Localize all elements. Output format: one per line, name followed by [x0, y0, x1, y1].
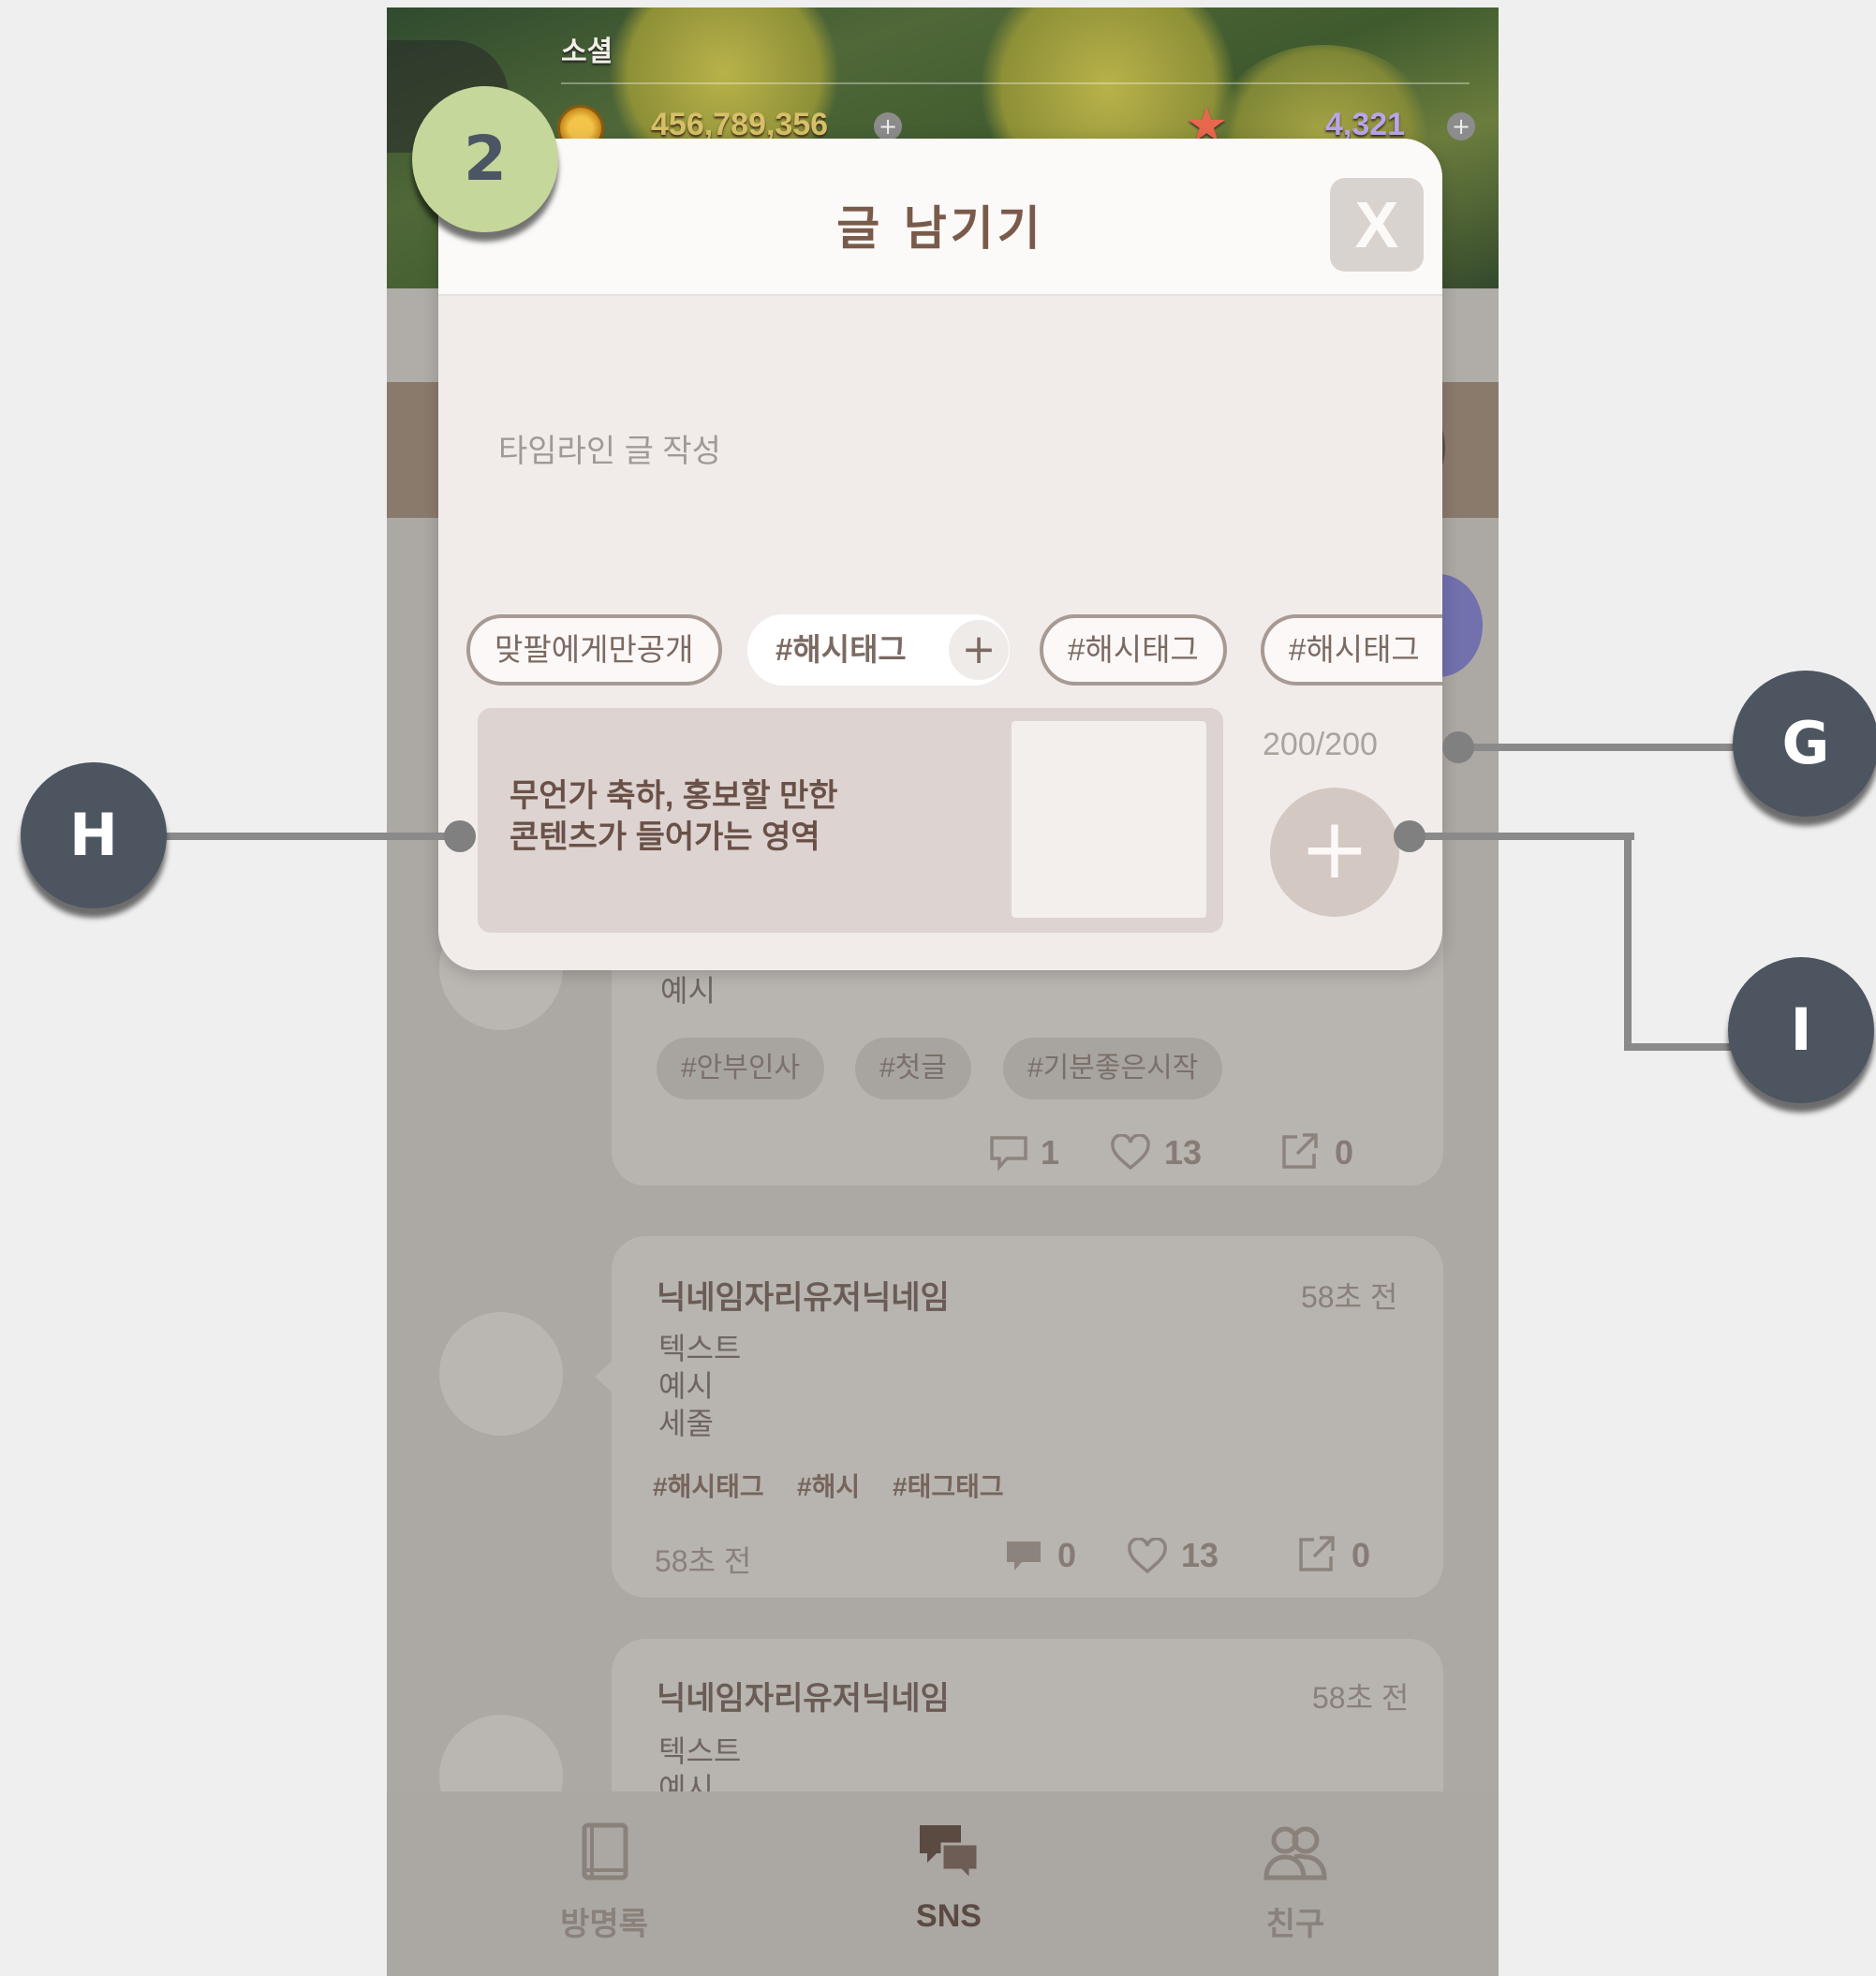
heart-icon[interactable] — [1110, 1134, 1151, 1172]
card2-text-line: 텍스트 — [658, 1332, 742, 1365]
card1-hashtag-chip[interactable]: #첫글 — [855, 1038, 971, 1099]
callout-line-i — [1410, 833, 1634, 840]
card2-text-line: 예시 — [658, 1369, 714, 1403]
feed-card-2[interactable]: 닉네임자리유저닉네임 58초 전 텍스트 예시 세줄 #해시태그 #해시 #태그… — [612, 1236, 1443, 1598]
hashtag-pill[interactable]: #해시태그 — [1040, 614, 1227, 686]
header-divider — [561, 82, 1470, 84]
card2-time: 58초 전 — [1301, 1280, 1398, 1314]
nav-sns-label: SNS — [916, 1898, 982, 1934]
add-star-button[interactable]: + — [1447, 112, 1475, 140]
callout-line-h — [159, 833, 459, 840]
card1-like-count: 13 — [1164, 1133, 1203, 1172]
hashtag-pill[interactable]: #해시태그 — [1261, 614, 1442, 686]
visibility-toggle-pill[interactable]: 맞팔에게만공개 — [466, 614, 722, 686]
comment-filled-icon[interactable] — [1003, 1538, 1044, 1575]
dialog-title: 글 남기기 — [836, 201, 1044, 256]
share-icon[interactable] — [1278, 1131, 1320, 1172]
heart-icon[interactable] — [1127, 1538, 1168, 1575]
card2-avatar[interactable] — [439, 1312, 563, 1436]
card2-hashtag[interactable]: #해시태그 — [653, 1467, 764, 1504]
card2-nickname[interactable]: 닉네임자리유저닉네임 — [657, 1272, 950, 1318]
header-title: 소셜 — [561, 36, 613, 68]
card2-text-line: 세줄 — [658, 1407, 714, 1440]
callout-marker-g: G — [1733, 671, 1876, 817]
add-hashtag-button[interactable]: + — [949, 620, 1009, 680]
card3-text-line: 텍스트 — [658, 1734, 742, 1768]
card2-like-count: 13 — [1181, 1536, 1219, 1574]
callout-marker-h: H — [21, 762, 167, 908]
card3-time: 58초 전 — [1312, 1681, 1410, 1715]
card1-share-count: 0 — [1335, 1133, 1354, 1172]
card3-nickname[interactable]: 닉네임자리유저닉네임 — [657, 1673, 950, 1718]
nav-sns[interactable]: SNS — [855, 1820, 1042, 1935]
add-gold-button[interactable]: + — [874, 112, 902, 140]
chat-bubbles-icon — [920, 1825, 980, 1883]
card2-time-bottom: 58초 전 — [655, 1544, 752, 1578]
nav-guestbook[interactable]: 방명록 — [510, 1820, 698, 1944]
card1-hashtag-chip[interactable]: #안부인사 — [657, 1038, 825, 1099]
card1-hashtag-chip[interactable]: #기분좋은시작 — [1003, 1038, 1223, 1099]
close-button[interactable]: X — [1330, 178, 1424, 272]
callout-line-g — [1457, 744, 1738, 751]
write-post-dialog: 글 남기기 X 타임라인 글 작성 맞팔에게만공개 #해시태그 + #해시태그 … — [438, 139, 1442, 970]
card1-comment-count: 1 — [1041, 1133, 1060, 1172]
card2-hashtag[interactable]: #태그태그 — [893, 1467, 1004, 1504]
step-marker: 2 — [412, 86, 558, 232]
post-text-placeholder: 타임라인 글 작성 — [498, 434, 721, 469]
callout-line-i — [1624, 1043, 1736, 1051]
callout-dot-i — [1394, 820, 1425, 852]
card2-comment-count: 0 — [1057, 1536, 1077, 1574]
nav-friends[interactable]: 친구 — [1202, 1820, 1389, 1944]
comment-icon[interactable] — [988, 1134, 1029, 1172]
callout-line-i — [1624, 833, 1632, 1051]
promo-text-line: 콘텐츠가 들어가는 영역 — [510, 819, 820, 855]
nav-guestbook-label: 방명록 — [560, 1907, 648, 1942]
card2-share-count: 0 — [1352, 1536, 1371, 1574]
promo-thumbnail — [1012, 721, 1206, 918]
friends-icon — [1263, 1826, 1327, 1880]
book-icon — [582, 1822, 628, 1880]
post-submit-add-button[interactable]: + — [1270, 788, 1399, 917]
promo-text-line: 무언가 축하, 홍보할 만한 — [510, 778, 838, 814]
promo-text: 무언가 축하, 홍보할 만한 콘텐츠가 들어가는 영역 — [510, 775, 838, 858]
callout-marker-i: I — [1728, 957, 1874, 1103]
callout-dot-g — [1442, 731, 1474, 763]
card2-hashtag[interactable]: #해시 — [797, 1467, 860, 1504]
nav-friends-label: 친구 — [1265, 1907, 1325, 1942]
card1-body-text: 예시 — [660, 974, 716, 1008]
callout-dot-h — [444, 820, 476, 852]
character-counter: 200/200 — [1263, 727, 1378, 762]
share-icon[interactable] — [1295, 1534, 1337, 1575]
